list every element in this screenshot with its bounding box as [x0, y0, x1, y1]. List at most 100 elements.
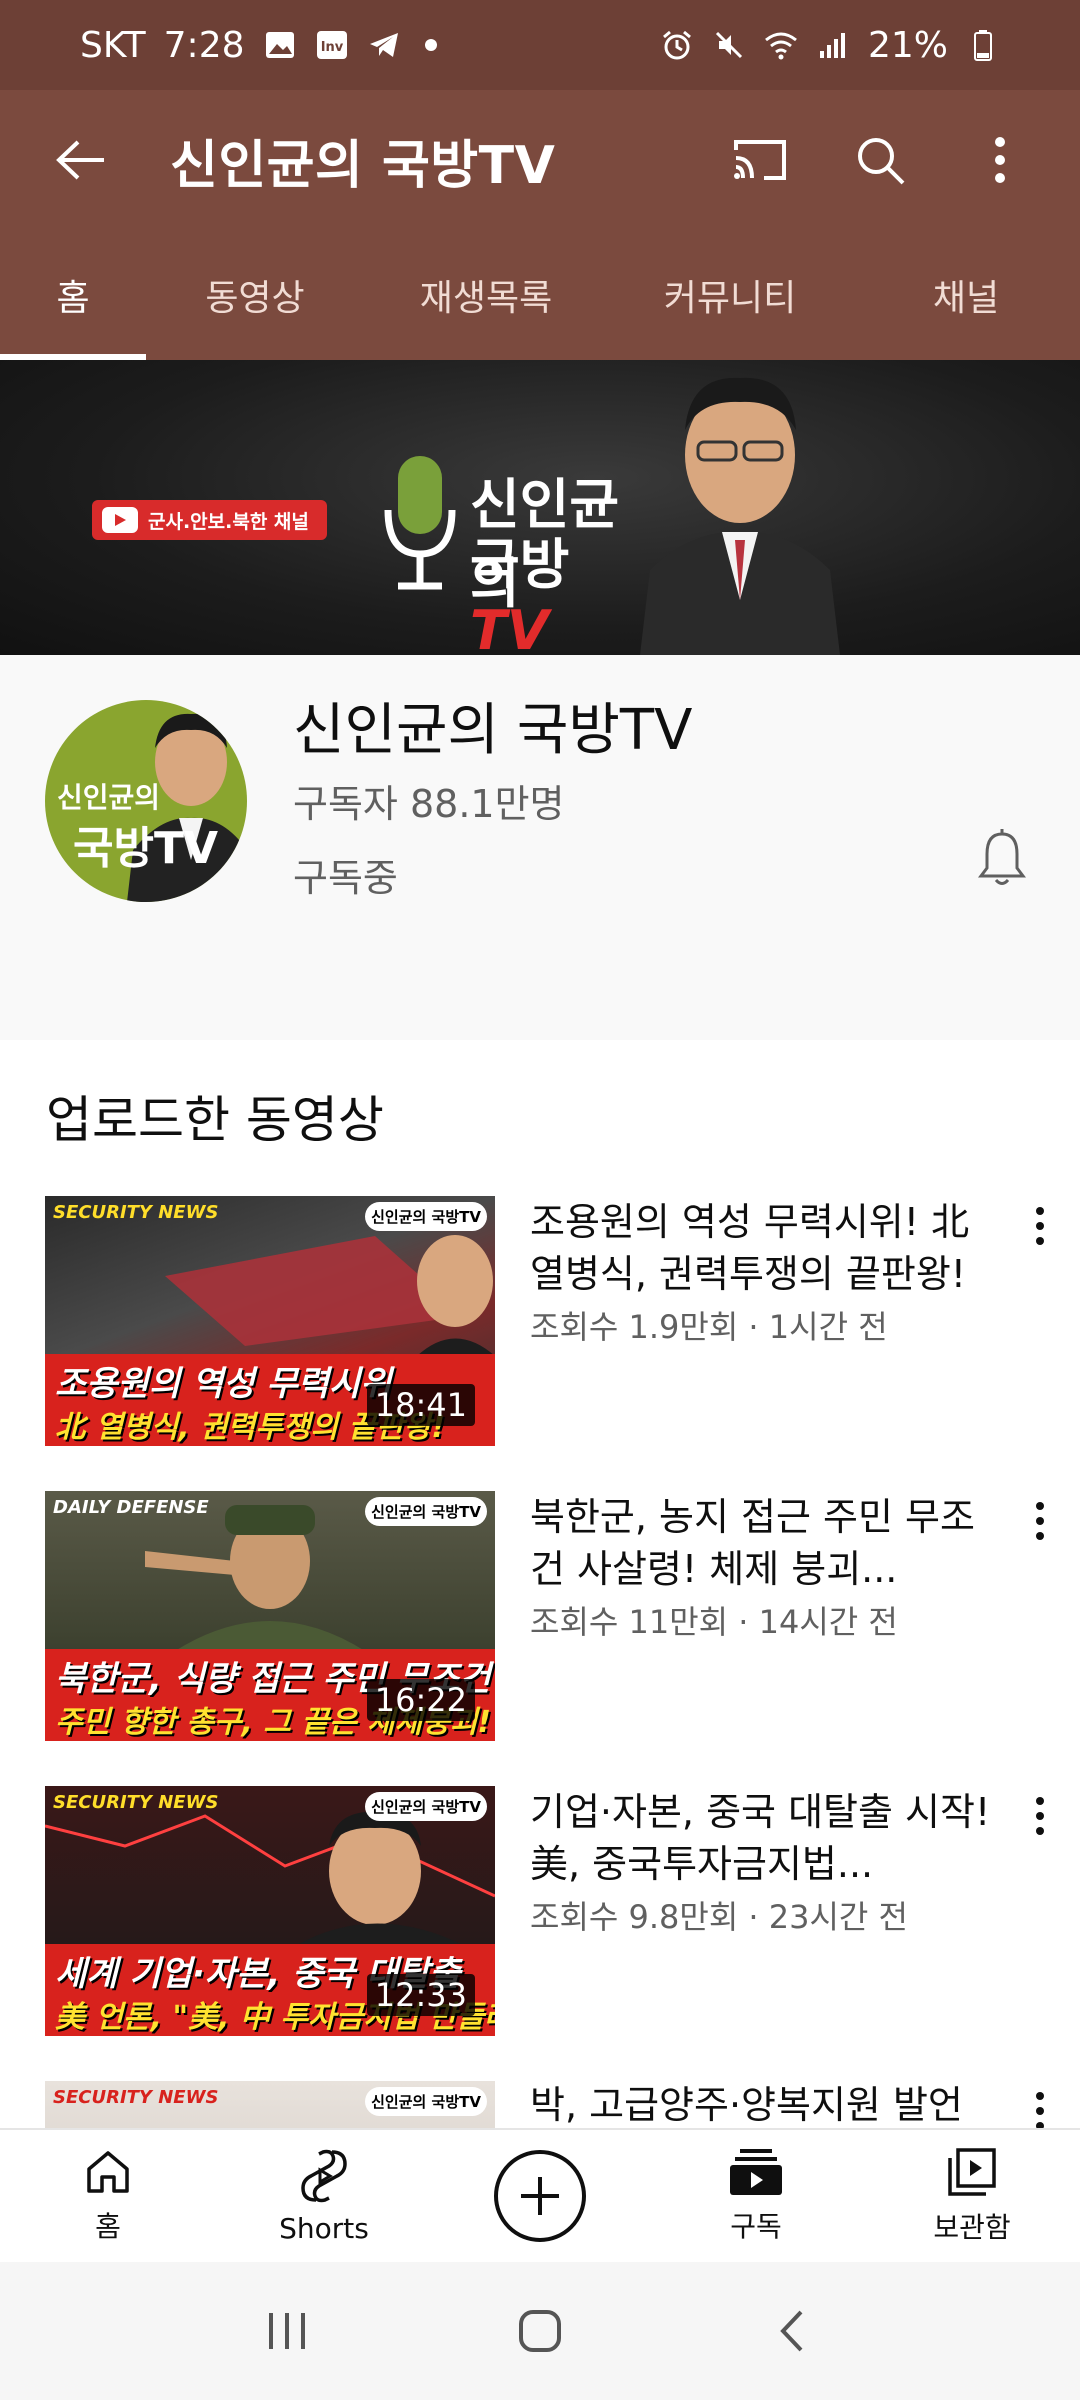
- tab-label: 홈: [56, 278, 90, 319]
- video-item[interactable]: SECURITY NEWS 신인균의 국방TV 조용원의 역성 무력시위 北 열…: [0, 1196, 1080, 1446]
- video-item[interactable]: DAILY DEFENSE 신인균의 국방TV 북한군, 식량 접근 주민 무조…: [0, 1491, 1080, 1741]
- avatar-text-line1: 신인균의: [57, 781, 161, 814]
- video-item[interactable]: SECURITY NEWS 신인균의 국방TV 세계 기업·자본, 중국 대탈출…: [0, 1786, 1080, 2036]
- bottom-navigation: 홈 Shorts 구독 보관함: [0, 2128, 1080, 2262]
- tab-label: 동영상: [205, 278, 305, 319]
- search-button[interactable]: [840, 120, 920, 200]
- tab-label: 커뮤니티: [663, 278, 797, 319]
- channel-banner: 군사.안보.북한 채널 신인균의 국방TV: [0, 360, 1080, 655]
- nav-shorts[interactable]: Shorts: [216, 2130, 432, 2262]
- svg-text:Inv: Inv: [320, 40, 343, 55]
- thumbnail-channel-logo: 신인균의 국방TV: [365, 1202, 487, 1231]
- video-title[interactable]: 조용원의 역성 무력시위! 北 열병식, 권력투쟁의 끝판왕!: [530, 1196, 1000, 1300]
- thumbnail-caption-line1: 조용원의 역성 무력시위: [55, 1364, 392, 1404]
- video-duration: 18:41: [366, 1384, 475, 1426]
- subscriptions-icon: [730, 2149, 782, 2195]
- notification-bell-button[interactable]: [970, 823, 1034, 893]
- video-duration: 16:22: [366, 1679, 475, 1721]
- bell-icon: [978, 829, 1026, 885]
- tab-label: 재생목록: [419, 278, 553, 319]
- telegram-icon: [367, 28, 401, 62]
- thumbnail-brand: DAILY DEFENSE: [53, 1497, 209, 1518]
- video-thumbnail[interactable]: DAILY DEFENSE 신인균의 국방TV 북한군, 식량 접근 주민 무조…: [45, 1491, 495, 1741]
- nav-subscriptions[interactable]: 구독: [648, 2130, 864, 2262]
- gallery-icon: [263, 28, 297, 62]
- nav-label: 보관함: [933, 2211, 1011, 2244]
- nav-label: 구독: [730, 2210, 782, 2243]
- video-thumbnail[interactable]: SECURITY NEWS 신인균의 국방TV 세계 기업·자본, 중국 대탈출…: [45, 1786, 495, 2036]
- recent-apps-icon: [268, 2313, 305, 2349]
- wifi-icon: [764, 28, 798, 62]
- home-icon: [87, 2151, 129, 2193]
- channel-avatar[interactable]: 신인균의 국방TV: [45, 700, 247, 902]
- nav-home[interactable]: 홈: [0, 2130, 216, 2262]
- tab-label: 채널: [932, 278, 1000, 319]
- alarm-icon: [660, 28, 694, 62]
- tab-home[interactable]: 홈: [0, 230, 146, 360]
- more-vertical-icon: [1036, 1207, 1044, 1245]
- youtube-play-icon: [102, 507, 138, 533]
- home-system-button[interactable]: [490, 2291, 590, 2371]
- more-vertical-icon: [995, 137, 1005, 183]
- system-back-icon: [780, 2310, 803, 2352]
- tab-channel[interactable]: 채널: [852, 230, 1080, 360]
- more-options-button[interactable]: [960, 120, 1040, 200]
- back-button[interactable]: [40, 120, 120, 200]
- back-arrow-icon: [56, 140, 104, 180]
- uploads-section-title: 업로드한 동영상: [46, 1091, 384, 1149]
- thumbnail-channel-logo: 신인균의 국방TV: [365, 1497, 487, 1526]
- recent-apps-button[interactable]: [237, 2291, 337, 2371]
- video-title[interactable]: 북한군, 농지 접근 주민 무조건 사살령! 체제 붕괴...: [530, 1491, 1000, 1595]
- system-back-button[interactable]: [743, 2291, 843, 2371]
- banner-logo: 신인균의 국방TV: [380, 440, 640, 655]
- video-title[interactable]: 박, 고급양주·양복지원 발언: [530, 2081, 1000, 2128]
- battery-label: 21%: [867, 24, 948, 66]
- tab-videos[interactable]: 동영상: [146, 230, 364, 360]
- cast-icon: [734, 140, 786, 180]
- thumbnail-channel-logo: 신인균의 국방TV: [365, 1792, 487, 1821]
- channel-header: 신인균의 국방TV 신인균의 국방TV 구독자 88.1만명 구독중: [0, 655, 1080, 1040]
- time-label: 7:28: [163, 24, 245, 66]
- more-notifications-icon: [424, 39, 437, 51]
- tab-playlists[interactable]: 재생목록: [364, 230, 608, 360]
- video-more-button[interactable]: [1020, 2081, 1060, 2128]
- system-home-icon: [518, 2310, 561, 2352]
- channel-title: 신인균의 국방TV: [170, 135, 556, 196]
- video-more-button[interactable]: [1020, 1491, 1060, 1551]
- thumbnail-brand: SECURITY NEWS: [53, 1792, 219, 1813]
- banner-tag: 군사.안보.북한 채널: [92, 500, 327, 540]
- nav-library[interactable]: 보관함: [864, 2130, 1080, 2262]
- video-more-button[interactable]: [1020, 1786, 1060, 1846]
- mute-icon: [712, 28, 746, 62]
- avatar-text-line2: 국방TV: [73, 823, 219, 874]
- video-title[interactable]: 기업·자본, 중국 대탈출 시작! 美, 중국투자금지법...: [530, 1786, 1000, 1890]
- video-thumbnail[interactable]: SECURITY NEWS 신인균의 국방TV: [45, 2081, 495, 2128]
- nav-create[interactable]: [432, 2130, 648, 2262]
- banner-logo-tv: TV: [470, 599, 549, 655]
- subscribed-button[interactable]: 구독중: [293, 847, 398, 902]
- video-meta: 조회수 1.9만회 · 1시간 전: [530, 1308, 888, 1346]
- thumbnail-channel-logo: 신인균의 국방TV: [365, 2087, 487, 2116]
- banner-tag-text: 군사.안보.북한 채널: [148, 510, 309, 533]
- banner-logo-text: 국방: [470, 533, 570, 596]
- status-bar: SKT 7:28 Inv 21%: [0, 0, 1080, 90]
- more-vertical-icon: [1036, 1797, 1044, 1835]
- tab-community[interactable]: 커뮤니티: [608, 230, 852, 360]
- video-meta: 조회수 9.8만회 · 23시간 전: [530, 1898, 908, 1936]
- library-icon: [948, 2148, 996, 2196]
- channel-tabs: 홈 동영상 재생목록 커뮤니티 채널: [0, 230, 1080, 360]
- video-meta: 조회수 11만회 · 14시간 전: [530, 1603, 898, 1641]
- more-vertical-icon: [1036, 2092, 1044, 2128]
- shorts-icon: [301, 2149, 347, 2202]
- nav-label: Shorts: [279, 2211, 369, 2245]
- thumbnail-brand: SECURITY NEWS: [53, 1202, 219, 1223]
- video-item[interactable]: SECURITY NEWS 신인균의 국방TV 박, 고급양주·양복지원 발언: [0, 2081, 1080, 2128]
- video-thumbnail[interactable]: SECURITY NEWS 신인균의 국방TV 조용원의 역성 무력시위 北 열…: [45, 1196, 495, 1446]
- cast-button[interactable]: [720, 120, 800, 200]
- battery-icon: [966, 28, 1000, 62]
- subscriber-count: 구독자 88.1만명: [293, 782, 565, 826]
- video-more-button[interactable]: [1020, 1196, 1060, 1256]
- system-navigation-bar: [0, 2262, 1080, 2400]
- microphone-icon: [384, 456, 456, 590]
- banner-logo-line2: 국방TV: [470, 520, 640, 655]
